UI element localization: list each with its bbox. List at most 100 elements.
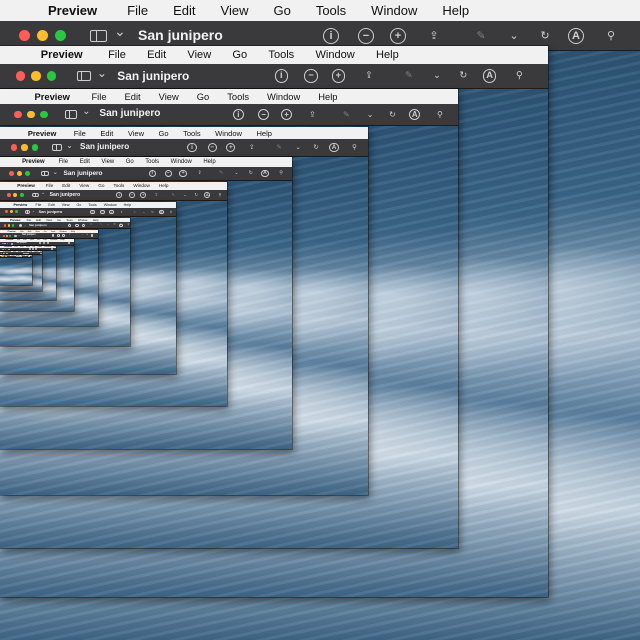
share-icon[interactable]: ⇪ xyxy=(30,253,31,254)
zoom-out-icon[interactable]: − xyxy=(100,209,105,215)
zoom-out-icon[interactable]: − xyxy=(75,223,79,228)
share-icon[interactable]: ⇪ xyxy=(153,192,159,198)
menu-item-tools[interactable]: Tools xyxy=(183,129,201,138)
minimize-button[interactable] xyxy=(21,144,28,151)
zoom-in-icon[interactable]: + xyxy=(179,169,187,177)
share-icon[interactable]: ⇪ xyxy=(362,69,376,83)
chevron-down-icon[interactable]: ⌄ xyxy=(142,210,146,214)
zoom-button[interactable] xyxy=(55,30,66,41)
menu-item-file[interactable]: File xyxy=(36,203,42,207)
chevron-down-icon[interactable]: ⌄ xyxy=(506,28,522,44)
menu-item-help[interactable]: Help xyxy=(93,219,99,222)
share-icon[interactable]: ⇪ xyxy=(38,248,40,249)
chevron-down-icon[interactable]: ⌄ xyxy=(14,242,15,244)
minimize-button[interactable] xyxy=(37,30,48,41)
zoom-out-icon[interactable]: − xyxy=(57,234,60,237)
zoom-button[interactable] xyxy=(19,192,24,197)
menu-item-file[interactable]: File xyxy=(74,129,86,138)
zoom-out-icon[interactable]: − xyxy=(207,142,217,153)
menu-app-name[interactable]: Preview xyxy=(41,49,83,61)
menu-item-edit[interactable]: Edit xyxy=(62,183,70,188)
search-icon[interactable]: ⚲ xyxy=(513,69,527,83)
menu-item-window[interactable]: Window xyxy=(104,203,117,207)
menu-item-window[interactable]: Window xyxy=(315,49,354,61)
menu-item-edit[interactable]: Edit xyxy=(28,231,32,233)
rotate-icon[interactable]: ↻ xyxy=(247,170,254,177)
menu-item-file[interactable]: File xyxy=(20,231,23,233)
sidebar-icon[interactable] xyxy=(90,29,107,42)
menu-item-file[interactable]: File xyxy=(27,219,31,222)
minimize-button[interactable] xyxy=(4,242,6,244)
info-icon[interactable]: i xyxy=(232,108,245,121)
menu-item-go[interactable]: Go xyxy=(76,203,81,207)
menu-item-tools[interactable]: Tools xyxy=(227,92,249,102)
chevron-down-icon[interactable]: ⌄ xyxy=(35,253,37,254)
chevron-down-icon[interactable]: ⌄ xyxy=(66,140,73,150)
minimize-button[interactable] xyxy=(26,110,35,119)
zoom-out-icon[interactable]: − xyxy=(257,108,270,121)
menu-item-edit[interactable]: Edit xyxy=(173,3,195,18)
menu-item-view[interactable]: View xyxy=(35,231,39,233)
menu-item-window[interactable]: Window xyxy=(171,159,192,165)
share-icon[interactable]: ⇪ xyxy=(89,224,92,227)
rotate-icon[interactable]: ↻ xyxy=(38,253,39,254)
zoom-button[interactable] xyxy=(11,224,14,227)
zoom-button[interactable] xyxy=(15,210,19,214)
sidebar-icon[interactable] xyxy=(41,170,50,177)
annotate-icon[interactable]: A xyxy=(39,252,42,255)
annotate-icon[interactable]: A xyxy=(90,234,94,237)
share-icon[interactable]: ⇪ xyxy=(426,28,442,44)
markup-pen-icon[interactable]: ✎ xyxy=(57,242,59,244)
zoom-in-icon[interactable]: + xyxy=(331,69,346,83)
menu-item-view[interactable]: View xyxy=(101,159,114,165)
info-icon[interactable]: i xyxy=(38,242,41,245)
menu-item-window[interactable]: Window xyxy=(78,219,88,222)
share-icon[interactable]: ⇪ xyxy=(196,170,203,177)
menu-item-help[interactable]: Help xyxy=(203,159,215,165)
markup-pen-icon[interactable]: ✎ xyxy=(43,248,44,249)
menu-app-name[interactable]: Preview xyxy=(48,3,97,18)
menu-app-name[interactable]: Preview xyxy=(28,129,56,138)
close-button[interactable] xyxy=(1,253,3,254)
menu-item-help[interactable]: Help xyxy=(256,129,272,138)
rotate-icon[interactable]: ↻ xyxy=(113,224,116,227)
zoom-in-icon[interactable]: + xyxy=(390,27,406,44)
close-button[interactable] xyxy=(11,144,18,151)
menu-item-tools[interactable]: Tools xyxy=(145,159,159,165)
search-icon[interactable]: ⚲ xyxy=(434,109,446,121)
menu-item-go[interactable]: Go xyxy=(57,219,61,222)
menu-item-help[interactable]: Help xyxy=(318,92,337,102)
rotate-icon[interactable]: ↻ xyxy=(387,109,399,121)
menu-item-go[interactable]: Go xyxy=(44,231,47,233)
share-icon[interactable]: ⇪ xyxy=(21,256,22,257)
minimize-button[interactable] xyxy=(5,234,8,237)
menu-item-go[interactable]: Go xyxy=(98,183,104,188)
menu-item-file[interactable]: File xyxy=(46,183,54,188)
menu-item-tools[interactable]: Tools xyxy=(113,183,124,188)
chevron-down-icon[interactable]: ⌄ xyxy=(61,242,63,244)
menu-item-go[interactable]: Go xyxy=(273,3,290,18)
minimize-button[interactable] xyxy=(13,192,18,197)
menu-app-name[interactable]: Preview xyxy=(10,219,20,222)
menu-item-help[interactable]: Help xyxy=(71,231,75,233)
close-button[interactable] xyxy=(3,224,7,227)
menu-item-window[interactable]: Window xyxy=(215,129,242,138)
menu-item-edit[interactable]: Edit xyxy=(80,159,90,165)
menu-item-help[interactable]: Help xyxy=(124,203,131,207)
annotate-icon[interactable]: A xyxy=(159,209,164,215)
menu-item-edit[interactable]: Edit xyxy=(147,49,166,61)
info-icon[interactable]: i xyxy=(67,223,72,228)
chevron-down-icon[interactable]: ⌄ xyxy=(81,234,84,237)
share-icon[interactable]: ⇪ xyxy=(247,143,256,152)
rotate-icon[interactable]: ↻ xyxy=(48,248,50,249)
markup-pen-icon[interactable]: ✎ xyxy=(218,170,225,177)
zoom-out-icon[interactable]: − xyxy=(304,69,318,83)
annotate-icon[interactable]: A xyxy=(119,223,123,228)
search-icon[interactable]: ⚲ xyxy=(30,256,31,257)
chevron-down-icon[interactable]: ⌄ xyxy=(10,248,11,249)
menu-item-window[interactable]: Window xyxy=(133,183,150,188)
zoom-button[interactable] xyxy=(2,256,4,258)
menu-item-edit[interactable]: Edit xyxy=(125,92,141,102)
menu-item-file[interactable]: File xyxy=(91,92,106,102)
minimize-button[interactable] xyxy=(7,224,11,227)
